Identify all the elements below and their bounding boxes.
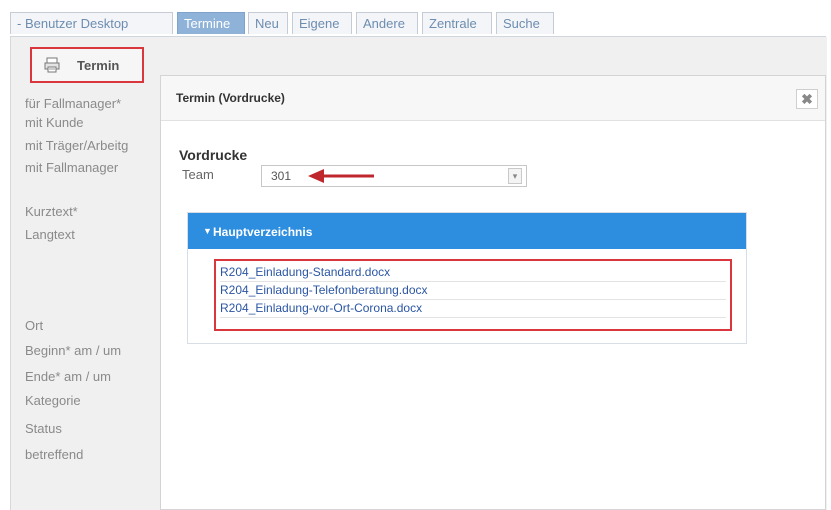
vordrucke-dialog: Termin (Vordrucke) ✖ Vordrucke Team 301 … — [160, 75, 826, 510]
panel-title: Hauptverzeichnis — [213, 225, 313, 239]
tab-zentrale[interactable]: Zentrale — [422, 12, 492, 34]
red-arrow-annotation-icon — [308, 169, 374, 183]
team-select[interactable]: 301 ▾ — [261, 165, 527, 187]
label-beginn: Beginn* am / um — [25, 343, 122, 358]
collapse-caret-icon[interactable]: ▼ — [203, 226, 212, 236]
tab-neu[interactable]: Neu — [248, 12, 288, 34]
close-icon[interactable]: ✖ — [796, 89, 818, 109]
panel-header[interactable]: ▼ Hauptverzeichnis — [188, 213, 746, 249]
tab-termine[interactable]: Termine — [177, 12, 245, 34]
label-kurztext: Kurztext* — [25, 204, 78, 219]
hauptverzeichnis-panel: ▼ Hauptverzeichnis R204_Einladung-Standa… — [187, 212, 747, 344]
label-fuer-fallmanager: für Fallmanager* — [25, 96, 122, 111]
label-ort: Ort — [25, 318, 44, 333]
team-select-value: 301 — [271, 169, 292, 183]
document-list: R204_Einladung-Standard.docx R204_Einlad… — [214, 259, 732, 331]
label-ende: Ende* am / um — [25, 369, 111, 384]
label-status: Status — [25, 421, 62, 436]
label-langtext: Langtext — [25, 227, 75, 242]
label-kategorie: Kategorie — [25, 393, 81, 408]
label-mit-kunde: mit Kunde — [25, 115, 84, 130]
tab-andere[interactable]: Andere — [356, 12, 418, 34]
section-title: Vordrucke — [179, 147, 248, 163]
label-betreffend: betreffend — [25, 447, 84, 462]
tab-eigene[interactable]: Eigene — [292, 12, 352, 34]
tab-suche[interactable]: Suche — [496, 12, 554, 34]
label-mit-fallmanager: mit Fallmanager — [25, 160, 119, 175]
tab-benutzer-desktop[interactable]: - Benutzer Desktop — [10, 12, 173, 34]
chevron-down-icon[interactable]: ▾ — [508, 168, 522, 184]
document-link-vor-ort-corona[interactable]: R204_Einladung-vor-Ort-Corona.docx — [220, 300, 726, 318]
printer-document-icon — [44, 57, 60, 73]
dialog-title: Termin (Vordrucke) — [176, 91, 285, 105]
termin-button[interactable]: Termin — [30, 47, 144, 83]
termin-button-label: Termin — [77, 58, 120, 73]
label-mit-traeger: mit Träger/Arbeitg — [25, 138, 129, 153]
document-link-telefonberatung[interactable]: R204_Einladung-Telefonberatung.docx — [220, 282, 726, 300]
dialog-header: Termin (Vordrucke) ✖ — [161, 76, 825, 121]
team-label: Team — [182, 167, 214, 182]
document-link-standard[interactable]: R204_Einladung-Standard.docx — [220, 264, 726, 282]
top-tab-bar: - Benutzer Desktop Termine Neu Eigene An… — [10, 10, 826, 37]
